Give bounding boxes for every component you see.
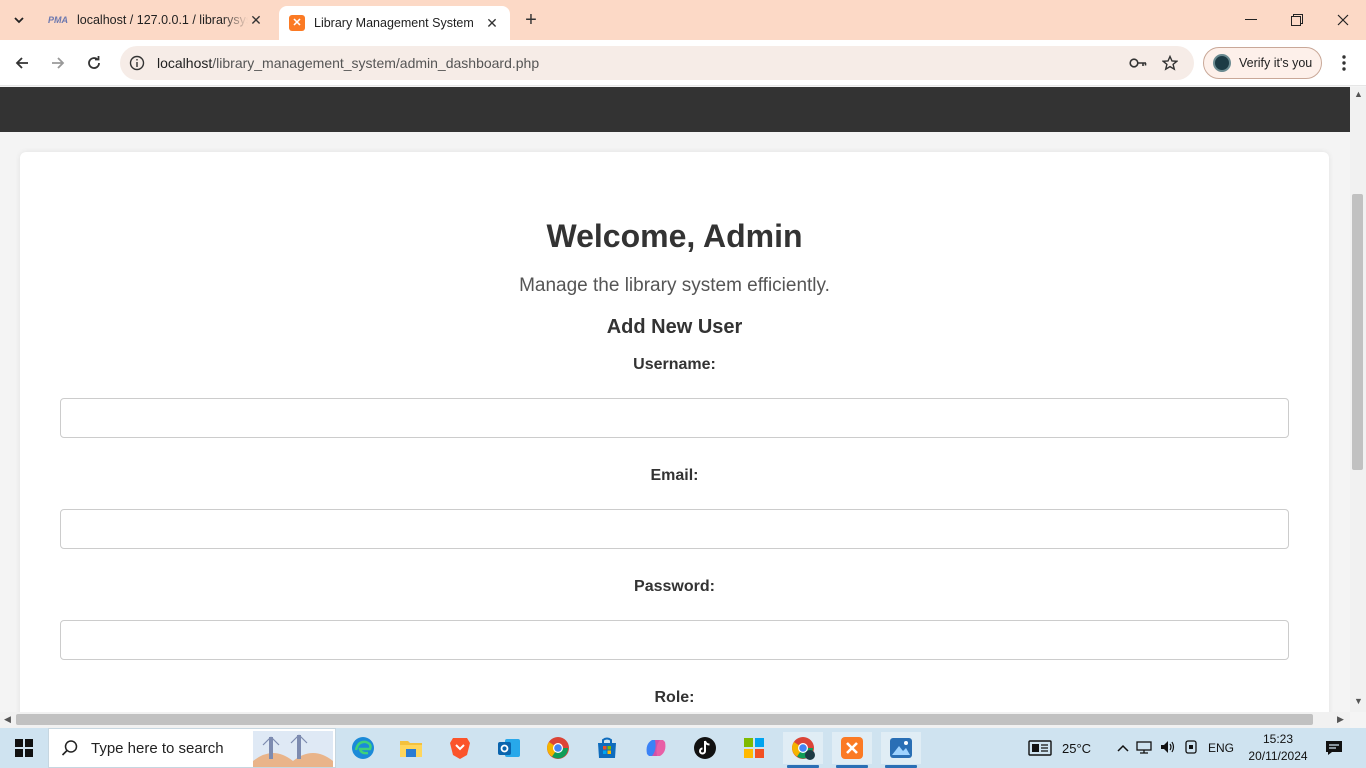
address-bar[interactable]: localhost/library_management_system/admi… (120, 46, 1194, 80)
vertical-scroll-thumb[interactable] (1352, 194, 1363, 470)
vertical-scrollbar[interactable]: ▲ ▼ (1350, 87, 1366, 712)
scroll-right-icon[interactable]: ▶ (1337, 714, 1344, 725)
arrow-left-icon (15, 57, 28, 69)
scroll-up-icon[interactable]: ▲ (1354, 89, 1363, 99)
email-input[interactable] (60, 509, 1289, 549)
site-info-button[interactable] (120, 55, 154, 71)
restore-button[interactable] (1274, 0, 1320, 40)
close-icon[interactable]: ✕ (484, 15, 500, 31)
url-host: localhost (157, 55, 213, 71)
minimize-icon (1245, 19, 1257, 20)
windows-logo-icon (15, 739, 33, 757)
start-button[interactable] (0, 728, 48, 768)
section-title-add-user: Add New User (606, 316, 743, 338)
brave-icon[interactable] (440, 732, 480, 764)
password-label: Password: (634, 578, 715, 595)
clock-time: 15:23 (1262, 732, 1294, 746)
more-vertical-icon (1342, 55, 1346, 71)
system-tray: ENG (1114, 728, 1234, 768)
weather-temperature: 25°C (1062, 740, 1092, 756)
scroll-left-icon[interactable]: ◀ (4, 714, 11, 725)
horizontal-scroll-thumb[interactable] (16, 714, 1313, 725)
device-icon[interactable] (1180, 739, 1202, 757)
role-label: Role: (654, 689, 695, 706)
tiktok-icon[interactable] (685, 732, 725, 764)
scroll-down-icon[interactable]: ▼ (1354, 696, 1363, 706)
page-title: Welcome, Admin (546, 218, 803, 254)
taskbar-search-box[interactable]: Type here to search (48, 728, 336, 768)
search-icon (61, 740, 78, 756)
tab-title: Library Management System (314, 16, 474, 30)
close-icon[interactable]: ✕ (248, 12, 264, 28)
verify-label: Verify it's you (1239, 56, 1313, 70)
chevron-down-icon (14, 17, 24, 24)
back-button[interactable] (8, 49, 36, 77)
volume-icon[interactable] (1156, 740, 1180, 757)
copilot-icon[interactable] (636, 732, 676, 764)
language-indicator[interactable]: ENG (1208, 741, 1234, 755)
notification-button[interactable] (1322, 728, 1346, 768)
file-explorer-icon[interactable] (391, 732, 431, 764)
network-icon[interactable] (1132, 740, 1156, 757)
profile-avatar (1213, 54, 1231, 72)
close-icon (1337, 14, 1349, 26)
tab-title: localhost / 127.0.0.1 / librarysys (77, 13, 248, 27)
page-subtitle: Manage the library system efficiently. (519, 275, 830, 296)
info-icon (129, 55, 145, 71)
tab-phpmyadmin[interactable]: PMA localhost / 127.0.0.1 / librarysys ✕ (38, 4, 274, 36)
xampp-icon: ✕ (289, 15, 305, 31)
username-input[interactable] (60, 398, 1289, 438)
tab-search-button[interactable] (6, 7, 32, 33)
close-window-button[interactable] (1320, 0, 1366, 40)
photos-icon[interactable] (881, 732, 921, 768)
forward-button[interactable] (44, 49, 72, 77)
taskbar-clock[interactable]: 15:23 20/11/2024 (1240, 731, 1316, 765)
verify-profile-button[interactable]: Verify it's you (1203, 47, 1322, 79)
url-path: /library_management_system/admin_dashboa… (212, 55, 540, 71)
chrome-profile-icon[interactable] (783, 732, 823, 768)
clock-date: 20/11/2024 (1248, 749, 1308, 763)
bookmark-star-icon[interactable] (1160, 53, 1180, 73)
notification-icon (1326, 741, 1342, 755)
windows-taskbar: Type here to search 25°C ENG 15:23 20/11… (0, 728, 1366, 768)
chrome-icon[interactable] (538, 732, 578, 764)
browser-toolbar: localhost/library_management_system/admi… (0, 40, 1366, 86)
minimize-button[interactable] (1228, 0, 1274, 40)
tab-library-management[interactable]: ✕ Library Management System ✕ (279, 6, 510, 40)
xampp-icon[interactable] (832, 732, 872, 768)
username-label: Username: (633, 356, 716, 373)
search-placeholder: Type here to search (91, 739, 224, 757)
search-highlight-bridge-icon (253, 731, 333, 767)
news-icon (1028, 740, 1052, 756)
password-input[interactable] (60, 620, 1289, 660)
page-viewport: Welcome, Admin Manage the library system… (0, 87, 1350, 712)
chevron-up-icon[interactable] (1114, 741, 1132, 755)
app-grid-icon[interactable] (734, 732, 774, 764)
weather-widget[interactable]: 25°C (1028, 728, 1091, 768)
outlook-icon[interactable] (489, 732, 529, 764)
reload-icon (88, 56, 100, 69)
password-key-icon[interactable] (1128, 53, 1148, 73)
restore-icon (1291, 14, 1303, 26)
new-tab-button[interactable]: + (519, 8, 543, 32)
url-text: localhost/library_management_system/admi… (157, 55, 539, 71)
top-navigation-bar (0, 87, 1350, 132)
tab-strip: PMA localhost / 127.0.0.1 / librarysys ✕… (0, 0, 1366, 40)
edge-icon[interactable] (343, 732, 383, 764)
arrow-right-icon (52, 57, 65, 69)
browser-menu-button[interactable] (1334, 52, 1354, 74)
microsoft-store-icon[interactable] (587, 732, 627, 764)
phpmyadmin-icon: PMA (48, 15, 68, 25)
reload-button[interactable] (80, 49, 108, 77)
email-label: Email: (650, 467, 699, 484)
horizontal-scrollbar[interactable]: ◀ ▶ (0, 712, 1350, 728)
